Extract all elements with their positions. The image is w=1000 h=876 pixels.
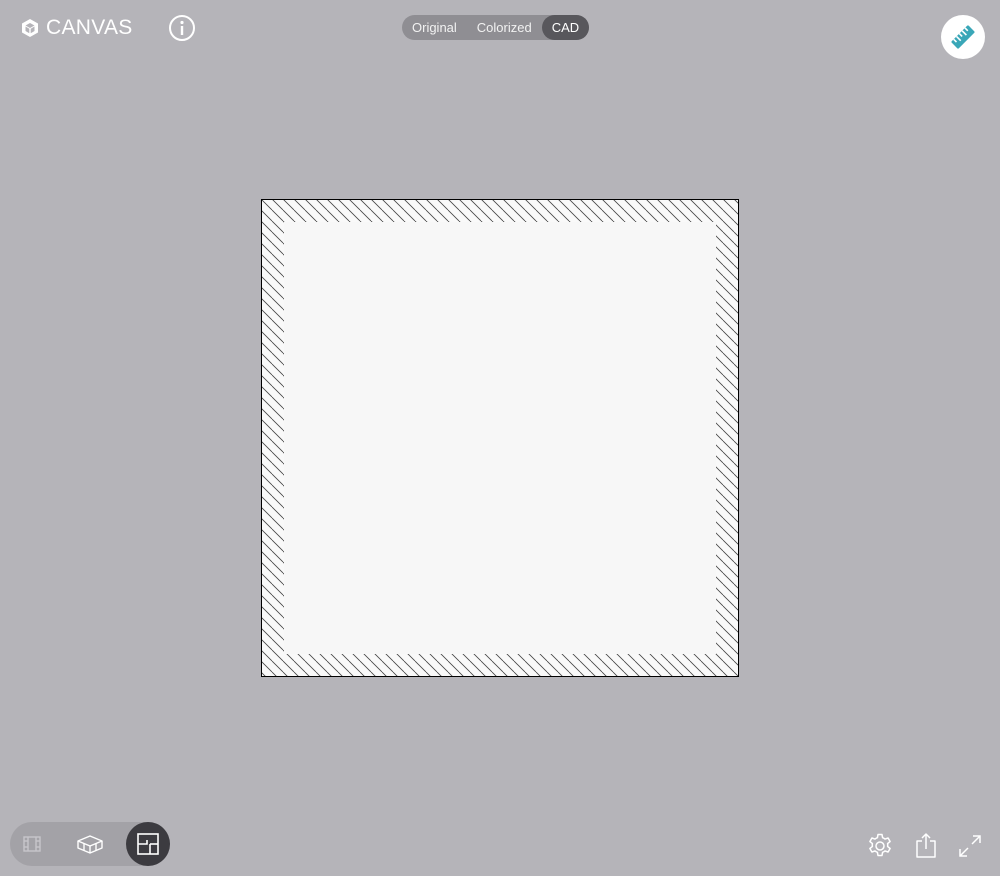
walls-icon <box>23 836 41 852</box>
ruler-icon <box>951 25 975 49</box>
view-type-switcher <box>10 822 170 866</box>
view-cad-tab[interactable]: CAD <box>541 15 590 40</box>
gear-icon <box>869 833 891 857</box>
app-name: CANVAS <box>46 16 133 39</box>
room-floor[interactable] <box>284 222 716 654</box>
floor-plan-canvas[interactable] <box>261 199 739 677</box>
expand-icon <box>959 835 981 857</box>
measure-button[interactable] <box>941 15 985 59</box>
view-mode-toggle: Original Colorized CAD <box>402 15 590 40</box>
floor-plan-drawing <box>261 199 739 677</box>
fullscreen-button[interactable] <box>956 832 984 860</box>
view-original-tab[interactable]: Original <box>402 15 467 40</box>
floor-plan-view-button[interactable] <box>126 822 170 866</box>
share-icon <box>916 833 936 858</box>
canvas-cube-icon <box>22 19 38 37</box>
settings-button[interactable] <box>866 832 894 860</box>
3d-box-icon <box>77 835 103 854</box>
info-button[interactable] <box>168 14 196 42</box>
info-icon <box>169 15 195 41</box>
floor-plan-icon <box>137 833 159 855</box>
perspective-view-button[interactable] <box>68 822 112 866</box>
view-colorized-tab[interactable]: Colorized <box>467 15 542 40</box>
walls-view-button[interactable] <box>10 822 54 866</box>
app-logo: CANVAS <box>20 14 133 42</box>
share-button[interactable] <box>912 832 940 860</box>
